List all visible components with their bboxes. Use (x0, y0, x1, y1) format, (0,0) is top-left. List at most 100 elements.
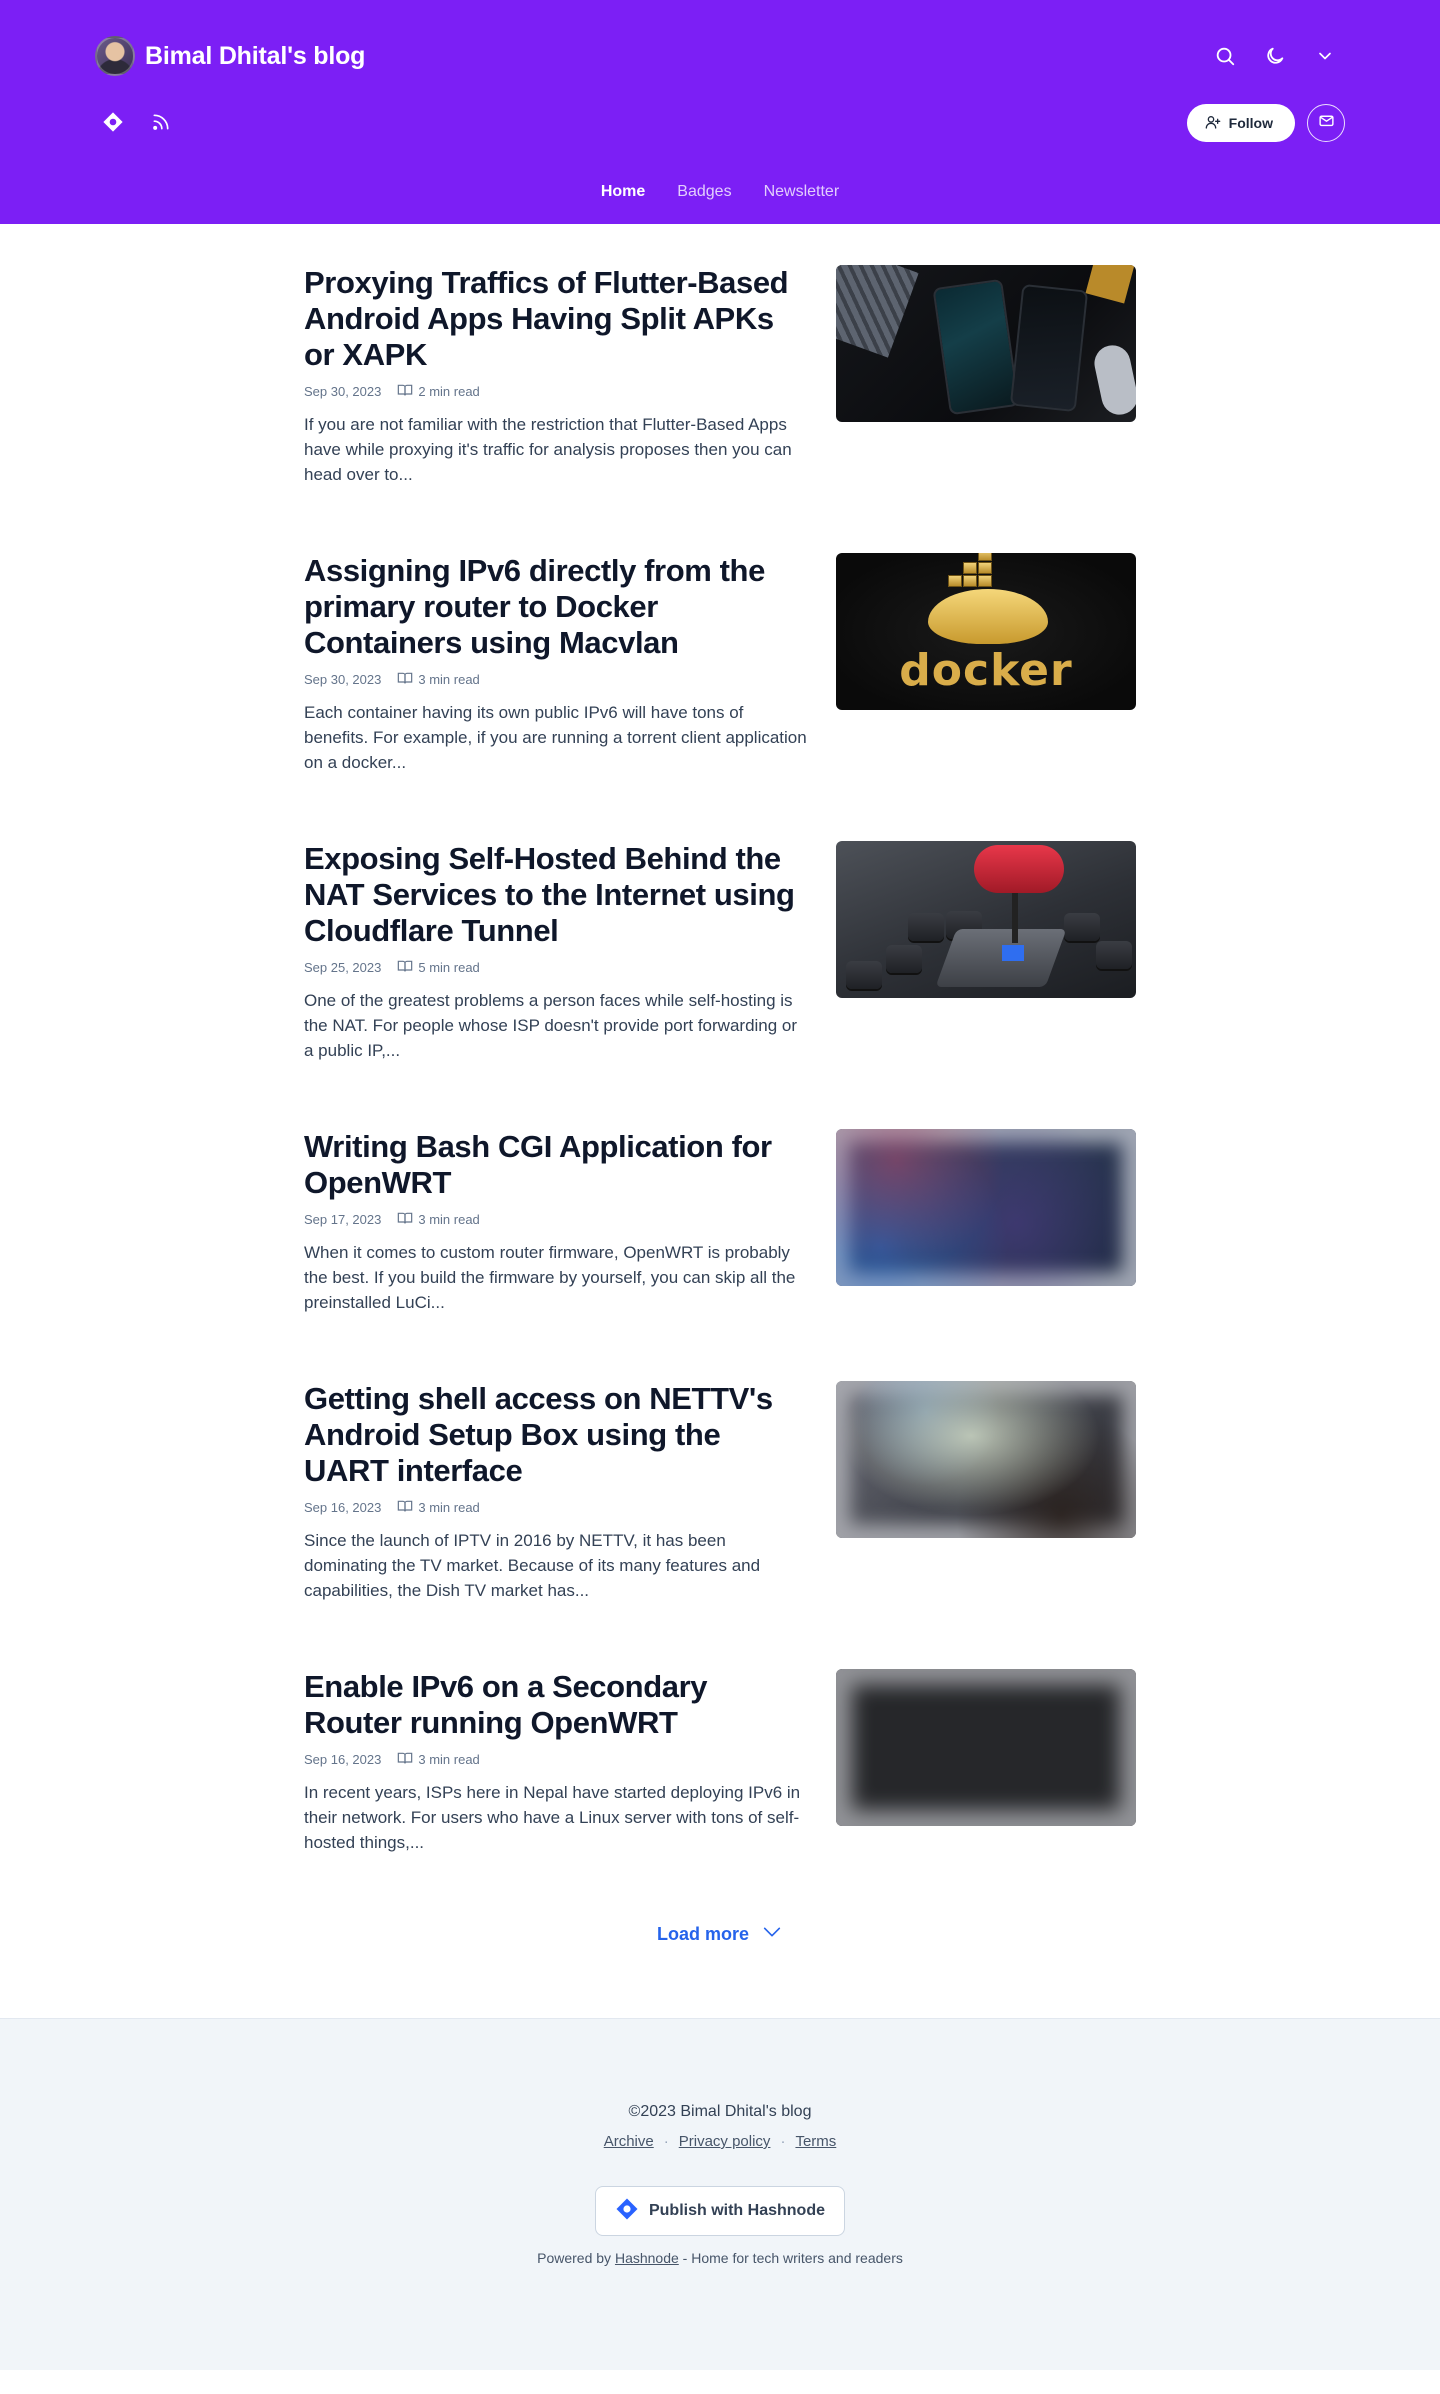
read-time-label: 3 min read (418, 1500, 480, 1515)
post-excerpt: One of the greatest problems a person fa… (304, 991, 798, 1060)
post-text: Enable IPv6 on a Secondary Router runnin… (304, 1669, 808, 1855)
post-cover-image[interactable] (836, 1669, 1136, 1826)
post-meta: Sep 16, 2023 3 min read (304, 1751, 808, 1768)
separator: · (663, 2133, 669, 2150)
read-time-label: 3 min read (418, 1212, 480, 1227)
post-date: Sep 16, 2023 (304, 1500, 382, 1515)
post-meta: Sep 30, 2023 3 min read (304, 671, 808, 688)
nav-badges[interactable]: Badges (677, 183, 731, 201)
read-time: 3 min read (397, 1499, 480, 1516)
post-excerpt: If you are not familiar with the restric… (304, 415, 792, 484)
footer-link-archive[interactable]: Archive (604, 2133, 654, 2150)
social-links (95, 104, 179, 140)
hashnode-icon[interactable] (95, 104, 131, 140)
post-text: Assigning IPv6 directly from the primary… (304, 553, 808, 775)
post-cover-image[interactable]: docker (836, 553, 1136, 710)
post-excerpt: In recent years, ISPs here in Nepal have… (304, 1783, 801, 1852)
post-meta: Sep 30, 2023 2 min read (304, 383, 808, 400)
mail-icon (1318, 112, 1335, 134)
post-title[interactable]: Writing Bash CGI Application for OpenWRT (304, 1129, 808, 1201)
post-card[interactable]: Assigning IPv6 directly from the primary… (304, 553, 1136, 775)
post-date: Sep 30, 2023 (304, 672, 382, 687)
load-more-label: Load more (656, 1924, 749, 1944)
nav-newsletter[interactable]: Newsletter (764, 183, 840, 201)
post-title[interactable]: Getting shell access on NETTV's Android … (304, 1381, 808, 1489)
post-card[interactable]: Exposing Self-Hosted Behind the NAT Serv… (304, 841, 1136, 1063)
post-excerpt: Since the launch of IPTV in 2016 by NETT… (304, 1531, 761, 1600)
read-time: 3 min read (397, 1751, 480, 1768)
blog-footer: ©2023 Bimal Dhital's blog Archive · Priv… (0, 2018, 1440, 2370)
read-time-label: 2 min read (418, 384, 480, 399)
post-text: Writing Bash CGI Application for OpenWRT… (304, 1129, 808, 1315)
docker-logo-text: docker (899, 645, 1073, 696)
publish-with-hashnode-button[interactable]: Publish with Hashnode (595, 2186, 845, 2236)
header-actions (1205, 36, 1345, 76)
post-title[interactable]: Enable IPv6 on a Secondary Router runnin… (304, 1669, 808, 1741)
footer-link-privacy[interactable]: Privacy policy (679, 2133, 771, 2150)
post-title[interactable]: Exposing Self-Hosted Behind the NAT Serv… (304, 841, 808, 949)
user-plus-icon (1205, 114, 1221, 133)
post-cover-image[interactable] (836, 841, 1136, 998)
post-title[interactable]: Assigning IPv6 directly from the primary… (304, 553, 808, 661)
moon-icon[interactable] (1255, 36, 1295, 76)
book-icon (397, 1751, 413, 1768)
powered-suffix: - Home for tech writers and readers (682, 2250, 903, 2266)
blog-title: Bimal Dhital's blog (145, 41, 366, 70)
copyright: ©2023 Bimal Dhital's blog (628, 2103, 812, 2120)
newsletter-button[interactable] (1307, 104, 1345, 142)
post-cover-image[interactable] (836, 265, 1136, 422)
blog-nav: Home Badges Newsletter (0, 174, 1440, 224)
post-title[interactable]: Proxying Traffics of Flutter-Based Andro… (304, 265, 808, 373)
read-time: 5 min read (397, 959, 480, 976)
post-list: Proxying Traffics of Flutter-Based Andro… (304, 224, 1136, 1855)
footer-link-terms[interactable]: Terms (795, 2133, 836, 2150)
blog-brand[interactable]: Bimal Dhital's blog (95, 36, 365, 76)
follow-actions: Follow (1186, 104, 1345, 142)
footer-links: Archive · Privacy policy · Terms (0, 2133, 1440, 2150)
read-time-label: 3 min read (418, 672, 480, 687)
book-icon (397, 671, 413, 688)
read-time: 3 min read (397, 1211, 480, 1228)
rss-icon[interactable] (143, 104, 179, 140)
read-time-label: 5 min read (418, 960, 480, 975)
read-time: 3 min read (397, 671, 480, 688)
post-card[interactable]: Enable IPv6 on a Secondary Router runnin… (304, 1669, 1136, 1855)
post-cover-image[interactable] (836, 1129, 1136, 1286)
hashnode-icon (615, 2197, 639, 2226)
book-icon (397, 1211, 413, 1228)
post-text: Getting shell access on NETTV's Android … (304, 1381, 808, 1603)
nav-home[interactable]: Home (601, 183, 645, 201)
load-more-button[interactable]: Load more (0, 1921, 1440, 2018)
publish-label: Publish with Hashnode (648, 2202, 825, 2219)
powered-by: Powered by Hashnode - Home for tech writ… (0, 2250, 1440, 2266)
post-excerpt: Each container having its own public IPv… (304, 703, 807, 772)
blog-header: Bimal Dhital's blog Follow Home Badges N… (0, 0, 1440, 224)
post-meta: Sep 16, 2023 3 min read (304, 1499, 808, 1516)
book-icon (397, 959, 413, 976)
book-icon (397, 383, 413, 400)
chevron-down-icon (761, 1921, 783, 1948)
separator: · (780, 2133, 786, 2150)
follow-button[interactable]: Follow (1186, 104, 1295, 142)
post-card[interactable]: Writing Bash CGI Application for OpenWRT… (304, 1129, 1136, 1315)
read-time-label: 3 min read (418, 1752, 480, 1767)
post-card[interactable]: Getting shell access on NETTV's Android … (304, 1381, 1136, 1603)
read-time: 2 min read (397, 383, 480, 400)
post-date: Sep 25, 2023 (304, 960, 382, 975)
post-text: Proxying Traffics of Flutter-Based Andro… (304, 265, 808, 487)
post-meta: Sep 17, 2023 3 min read (304, 1211, 808, 1228)
post-cover-image[interactable] (836, 1381, 1136, 1538)
chevron-down-icon[interactable] (1305, 36, 1345, 76)
search-icon[interactable] (1205, 36, 1245, 76)
avatar (95, 36, 135, 76)
post-date: Sep 30, 2023 (304, 384, 382, 399)
follow-label: Follow (1228, 115, 1273, 131)
hashnode-link[interactable]: Hashnode (615, 2250, 679, 2266)
post-text: Exposing Self-Hosted Behind the NAT Serv… (304, 841, 808, 1063)
post-date: Sep 17, 2023 (304, 1212, 382, 1227)
post-meta: Sep 25, 2023 5 min read (304, 959, 808, 976)
book-icon (397, 1499, 413, 1516)
post-date: Sep 16, 2023 (304, 1752, 382, 1767)
post-card[interactable]: Proxying Traffics of Flutter-Based Andro… (304, 265, 1136, 487)
post-excerpt: When it comes to custom router firmware,… (304, 1243, 796, 1312)
